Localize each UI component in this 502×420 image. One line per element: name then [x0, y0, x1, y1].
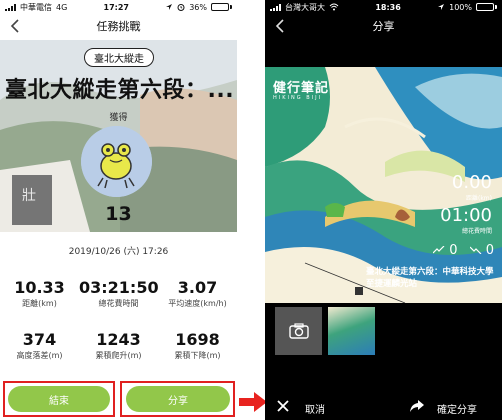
arrow-right-icon	[239, 392, 267, 412]
highlight-box	[3, 381, 115, 417]
trend-up-icon	[432, 245, 445, 254]
card-distance-value: 0.00	[451, 172, 492, 193]
share-screen: 台灣大哥大 18:36 100% 分享 健行筆記 HIKING BIJI 0.0…	[265, 0, 502, 420]
stat-total-time: 03:21:50 總花費時間	[79, 278, 159, 308]
location-icon	[438, 4, 445, 10]
earned-label: 獲得	[109, 113, 128, 123]
share-arrow-icon[interactable]	[410, 400, 424, 412]
badge-count: 13	[105, 203, 132, 225]
cancel-button[interactable]: 取消	[305, 401, 325, 416]
template-thumbnail[interactable]	[328, 307, 375, 355]
photo-picker	[275, 307, 375, 355]
nav-bar: 分享	[265, 14, 502, 38]
battery-percent: 36%	[189, 2, 207, 12]
record-date: 2019/10/26 (六) 17:26	[68, 247, 169, 257]
ascent-count: 0	[432, 243, 458, 258]
stat-ascent: 1243 累積爬升(m)	[95, 330, 142, 360]
battery-icon	[476, 3, 497, 11]
battery-icon	[210, 3, 232, 11]
mission-category-tag: 臺北大縱走	[84, 48, 154, 67]
card-distance-label: 距離(km)	[465, 195, 492, 202]
card-route-title: 臺北大縱走第六段：中華科技大學至捷運麟光站	[366, 267, 494, 289]
stat-elevation-diff: 374 高度落差(m)	[16, 330, 63, 360]
nav-bar: 任務挑戰	[0, 14, 237, 38]
mission-hero: 壯 臺北大縱走 臺北大縱走第六段：... 獲得 13	[0, 40, 237, 232]
highlight-box	[120, 381, 235, 417]
back-chevron-icon[interactable]	[273, 17, 289, 35]
card-time-label: 總花費時間	[461, 228, 492, 235]
confirm-share-button[interactable]: 確定分享	[437, 401, 477, 416]
location-icon	[166, 4, 173, 10]
bottom-bar: 取消 確定分享	[265, 390, 502, 420]
share-card-preview: 健行筆記 HIKING BIJI 0.00 距離(km) 01:00 總花費時間…	[265, 67, 502, 303]
stat-distance: 10.33 距離(km)	[14, 278, 65, 308]
status-bar: 台灣大哥大 18:36 100%	[265, 0, 502, 14]
close-icon[interactable]	[277, 400, 289, 412]
stat-avg-speed: 3.07 平均速度(km/h)	[168, 278, 227, 308]
signal-icon	[270, 3, 281, 11]
trend-down-icon	[469, 246, 482, 255]
network-type: 4G	[56, 2, 68, 12]
signal-icon	[5, 3, 16, 11]
carrier-name: 中華電信	[20, 2, 52, 12]
alarm-icon	[177, 4, 185, 11]
hiking-biji-logo: 健行筆記 HIKING BIJI	[273, 81, 330, 101]
back-chevron-icon[interactable]	[8, 17, 24, 35]
stat-descent: 1698 累積下降(m)	[174, 330, 221, 360]
status-time: 18:36	[375, 2, 401, 12]
carrier-name: 台灣大哥大	[285, 2, 325, 12]
page-title: 分享	[372, 20, 395, 33]
mission-title: 臺北大縱走第六段：...	[5, 78, 235, 102]
card-time-value: 01:00	[440, 205, 492, 226]
challenge-screen: 中華電信 4G 17:27 36% 任務挑戰 壯 臺北大縱走 臺北大縱走第六段：…	[0, 0, 237, 420]
wifi-icon	[329, 3, 339, 11]
card-stats: 0.00 距離(km) 01:00 總花費時間	[440, 173, 492, 239]
card-elevation-counts: 0 0	[432, 243, 494, 258]
frog-badge-icon	[81, 126, 152, 197]
camera-button[interactable]	[275, 307, 322, 355]
status-bar: 中華電信 4G 17:27 36%	[0, 0, 237, 14]
status-time: 17:27	[103, 2, 129, 12]
camera-icon	[288, 323, 309, 339]
battery-percent: 100%	[449, 2, 472, 12]
page-title: 任務挑戰	[96, 20, 141, 33]
descent-count: 0	[469, 243, 494, 258]
